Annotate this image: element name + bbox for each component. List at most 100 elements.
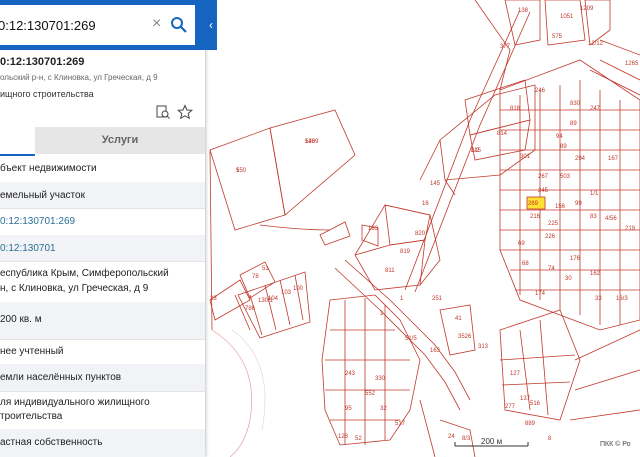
parcel-label: 1 (380, 311, 384, 317)
parcel-label: 69 (518, 241, 525, 247)
parcel-label: 330 (375, 376, 386, 382)
parcel-label: 269 (528, 201, 539, 207)
parcel-label: 3526 (458, 334, 472, 340)
parcel-label: 1051 (560, 14, 574, 20)
tab-services[interactable]: Услуги (35, 127, 205, 154)
parcel-label: 251 (432, 296, 443, 302)
parcel-label: 216 (530, 214, 541, 220)
parcel-label: 267 (538, 174, 549, 180)
parcel-label: 103 (281, 290, 292, 296)
parcel-label: 128 (338, 434, 349, 440)
parcel-label: 246 (535, 88, 546, 94)
parcel-label: 516 (530, 401, 541, 407)
parcel-label: 294 (575, 156, 586, 162)
parcel-label: 156 (555, 204, 566, 210)
parcel-label: 16 (422, 201, 429, 207)
parcel-label: 277 (505, 404, 516, 410)
parcel-label: 517 (395, 421, 406, 427)
parcel-label: 100 (293, 286, 304, 292)
parcel-label: 811 (385, 268, 395, 274)
tab-info[interactable] (0, 127, 35, 156)
parcel-label: 247 (590, 106, 601, 112)
parcel-label: 145 (430, 181, 441, 187)
row-category: емли населённых пунктов (0, 364, 205, 392)
search-input[interactable] (0, 5, 150, 45)
search-box: × (0, 5, 195, 45)
row-area: 200 кв. м (0, 302, 205, 340)
parcel-label: 301 (520, 154, 531, 160)
parcel-label: 820 (415, 231, 426, 237)
parcel-label: 167 (608, 156, 619, 162)
row-cadastral-number[interactable]: 0:12:130701:269 (0, 208, 205, 236)
parcel-label: 94 (556, 134, 563, 140)
parcel-label: 89 (570, 121, 577, 127)
parcel-label: 313 (478, 344, 489, 350)
parcel-label: 8 (548, 436, 552, 442)
parcel-label: 183 (368, 226, 379, 232)
parcel-label: 245 (538, 188, 549, 194)
parcel-label: 52 (355, 436, 362, 442)
parcel-label: 12/12 (588, 41, 604, 47)
parcel-label: 176 (570, 256, 581, 262)
parcel-label: 377 (500, 44, 511, 50)
row-quarter[interactable]: 0:12:130701 (0, 235, 205, 262)
parcel-label: 138 (518, 8, 529, 14)
search-bar: × (0, 0, 205, 50)
parcel-label: 8/3 (462, 436, 471, 442)
parcel-label: 1209 (305, 139, 319, 145)
parcel-label: 1/1 (590, 191, 599, 197)
star-icon[interactable] (176, 104, 194, 120)
row-permitted-use: ля индивидуального жилищного троительств… (0, 391, 205, 430)
parcel-label: 23 (210, 296, 217, 302)
close-icon[interactable]: × (152, 15, 166, 33)
parcel-label: 24 (448, 434, 455, 440)
parcel-label: 89 (560, 144, 567, 150)
row-address: еспублика Крым, Симферопольский н, с Кли… (0, 261, 205, 303)
row-status: нее учтенный (0, 339, 205, 365)
parcel-label: 16/3 (616, 296, 628, 302)
object-use: ищного строительства (0, 89, 94, 99)
parcel-label: 552 (365, 391, 376, 397)
copyright: ПКК © Ро (600, 441, 631, 448)
parcel-label: 127 (510, 371, 521, 377)
parcel-label: 4/56 (605, 216, 617, 222)
parcel-label: 41 (455, 316, 462, 322)
parcel-label: 95 (345, 406, 352, 412)
parcel-label: 51 (262, 266, 269, 272)
parcel-label: 818 (510, 106, 521, 112)
object-title: 0:12:130701:269 (0, 56, 85, 68)
row-kind: емельный участок (0, 182, 205, 209)
parcel-label: 99 (575, 201, 582, 207)
parcel-label: 575 (552, 34, 563, 40)
scale-label: 200 м (481, 437, 503, 446)
parcel-label: 74 (548, 266, 555, 272)
parcel-label: 51/5 (405, 336, 417, 342)
parcel-label: 162 (590, 271, 601, 277)
parcel-label: 1265 (625, 61, 639, 67)
parcel-label: 1 (400, 296, 404, 302)
panel-tabs: Услуги (0, 127, 205, 156)
parcel-label: 1/2 (471, 148, 480, 154)
chevron-left-icon[interactable]: ‹ (205, 0, 217, 50)
search-icon[interactable] (170, 16, 188, 34)
compare-icon[interactable] (155, 104, 171, 120)
object-address: ольский р-н, с Клиновка, ул Греческая, д… (0, 73, 158, 82)
parcel-label: 889 (525, 421, 536, 427)
parcel-label: 226 (545, 234, 556, 240)
parcel-label: 32 (380, 406, 387, 412)
parcel-label: 219 (625, 226, 636, 232)
parcel-label: 814 (497, 131, 508, 137)
parcel-label: 78 (252, 274, 259, 280)
parcel-label: 33 (595, 296, 602, 302)
parcel-label: 786 (245, 306, 256, 312)
info-panel: × 0:12:130701:269 ольский р-н, с Клиновк… (0, 0, 205, 457)
parcel-label: 174 (535, 291, 546, 297)
parcel-label: 503 (560, 174, 571, 180)
parcel-label: 243 (345, 371, 356, 377)
parcel-label: 68 (522, 261, 529, 267)
parcel-label: 30 (565, 276, 572, 282)
parcel-label: 83 (590, 214, 597, 220)
parcel-label: 819 (400, 249, 411, 255)
parcel-label: 163 (430, 348, 441, 354)
parcel-label: 830 (570, 101, 581, 107)
